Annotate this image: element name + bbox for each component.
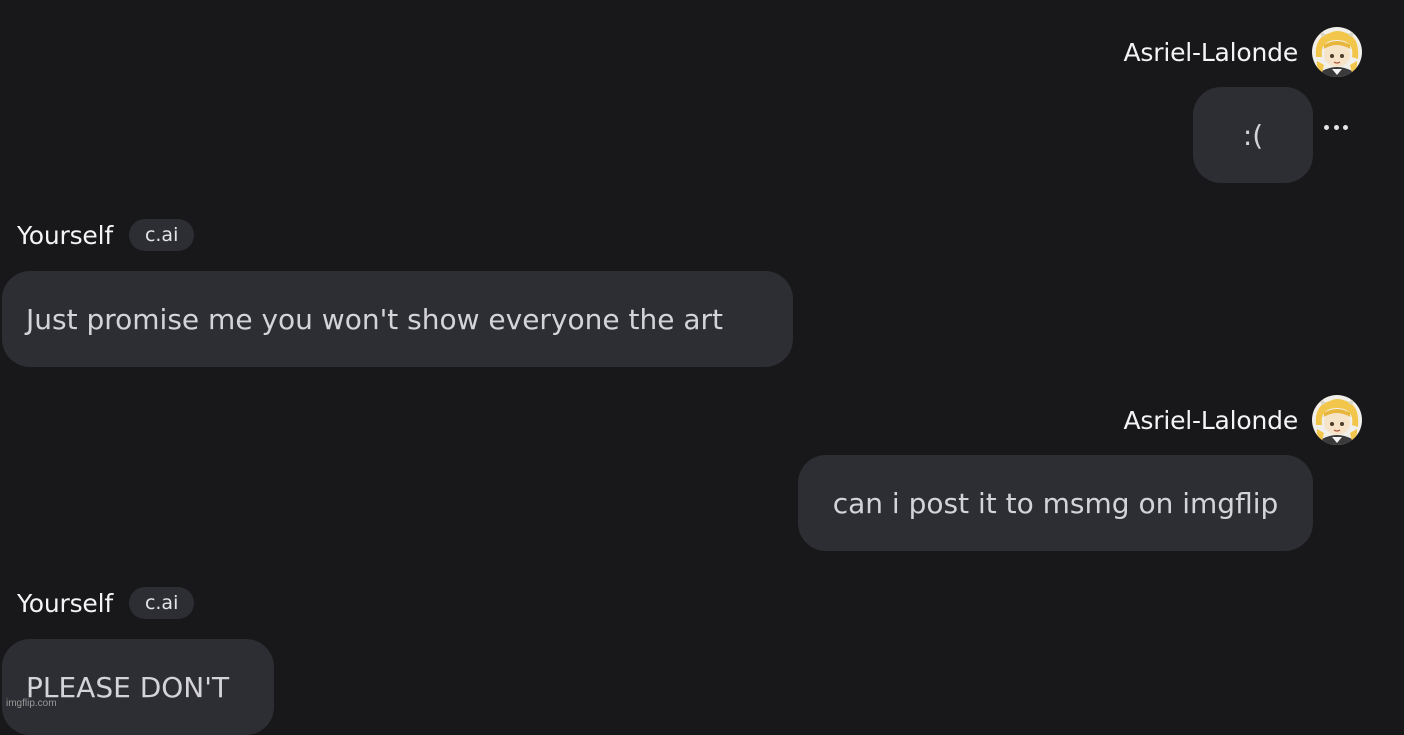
user-name: Asriel-Lalonde [1123,405,1299,435]
user-avatar-icon[interactable] [1312,395,1362,445]
message-text: :( [1242,118,1264,152]
imgflip-watermark: imgflip.com [6,698,57,709]
character-message-header: Yourself c.ai [17,218,195,252]
user-message-bubble: can i post it to msmg on imgflip [798,455,1313,551]
character-message-header: Yourself c.ai [17,586,195,620]
message-text: can i post it to msmg on imgflip [832,486,1279,520]
more-dot [1333,124,1339,130]
user-name: Asriel-Lalonde [1123,37,1299,67]
user-message-bubble: :( [1193,87,1313,183]
character-message-bubble: Just promise me you won't show everyone … [2,271,793,367]
user-message-header: Asriel-Lalonde [1124,27,1362,77]
message-text: Just promise me you won't show everyone … [26,302,724,336]
user-message-header: Asriel-Lalonde [1124,395,1362,445]
more-dot [1343,124,1348,130]
chat-thread: Asriel-Lalonde:(Yourself c.ai Just pro… [0,0,1404,735]
character-message-bubble: PLEASE DON'T [2,639,274,735]
character-tag-badge: c.ai [128,587,195,619]
character-tag-badge: c.ai [128,219,195,251]
character-name: Yourself [17,220,113,250]
character-name: Yourself [17,588,113,618]
more-dot [1324,124,1329,130]
more-horizontal-icon[interactable] [1324,121,1348,133]
user-avatar-icon[interactable] [1312,27,1362,77]
